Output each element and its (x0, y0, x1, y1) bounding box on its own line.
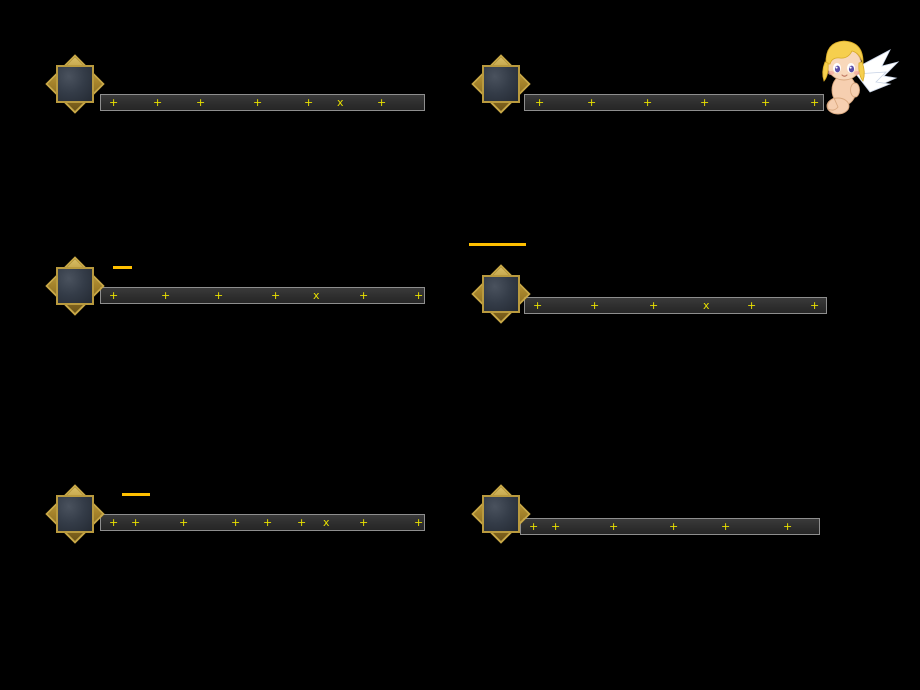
links-row (119, 547, 138, 586)
section-title-4[interactable] (548, 268, 598, 386)
section-badge-5 (44, 483, 106, 545)
sparkle-icon: + (179, 516, 189, 529)
sparkle-icon: + (253, 96, 263, 109)
sparkle-icon: x (337, 96, 344, 109)
badge-plate (56, 65, 94, 103)
links-row (113, 175, 132, 220)
sparkle-icon: + (196, 96, 206, 109)
sparkle-icon: + (297, 516, 307, 529)
sparkle-icon: + (304, 96, 314, 109)
sparkle-icon: + (359, 289, 369, 302)
presentation-slide: + + + + + x + + + + + + + + + + + x + + … (0, 0, 920, 690)
sparkle-icon: + (109, 96, 119, 109)
cupid-angel-icon (822, 40, 900, 115)
sparkle-icon: x (323, 516, 330, 529)
badge-plate (482, 495, 520, 533)
sparkle-icon: + (609, 520, 619, 533)
badge-plate (56, 495, 94, 533)
section-badge-1 (44, 53, 106, 115)
sparkle-icon: + (810, 299, 820, 312)
section-badge-4 (470, 263, 532, 325)
section-badge-2 (470, 53, 532, 115)
section-links-3 (122, 400, 151, 496)
links-row (554, 370, 582, 413)
links-row (119, 586, 138, 625)
sparkle-icon: + (359, 516, 369, 529)
badge-plate (56, 267, 94, 305)
links-row (122, 400, 150, 446)
sparkle-icon: + (263, 516, 273, 529)
stray-underline-segment (469, 243, 526, 246)
section-links-2 (541, 178, 588, 260)
links-row (541, 178, 588, 219)
sparkle-icon: + (414, 516, 424, 529)
sparkle-icon: + (109, 516, 119, 529)
links-joined-underline (113, 220, 132, 269)
links-row (113, 220, 132, 269)
badge-plate (482, 65, 520, 103)
sparkle-icon: + (747, 299, 757, 312)
section-links-1 (113, 175, 132, 269)
section-links-5 (119, 547, 138, 625)
sparkle-icon: + (214, 289, 224, 302)
sparkle-icon: + (783, 520, 793, 533)
sparkle-icon: x (703, 299, 710, 312)
sparkle-icon: + (533, 299, 543, 312)
section-badge-3 (44, 255, 106, 317)
sparkle-icon: + (231, 516, 241, 529)
sparkle-icon: + (761, 96, 771, 109)
sparkle-icon: + (700, 96, 710, 109)
links-row (554, 413, 582, 456)
section-badge-6 (470, 483, 532, 545)
section-links-6 (552, 548, 571, 626)
sparkle-icon: + (643, 96, 653, 109)
badge-plate (482, 275, 520, 313)
sparkle-icon: + (271, 289, 281, 302)
links-row (541, 219, 588, 260)
sparkle-icon: + (414, 289, 424, 302)
section-links-4 (554, 370, 582, 456)
sparkle-icon: + (377, 96, 387, 109)
section-title-1[interactable] (124, 62, 174, 180)
links-row (552, 587, 571, 626)
links-row (552, 548, 571, 587)
sparkle-icon: x (313, 289, 320, 302)
sparkle-icon: + (649, 299, 659, 312)
sparkle-icon: + (669, 520, 679, 533)
sparkle-icon: + (721, 520, 731, 533)
